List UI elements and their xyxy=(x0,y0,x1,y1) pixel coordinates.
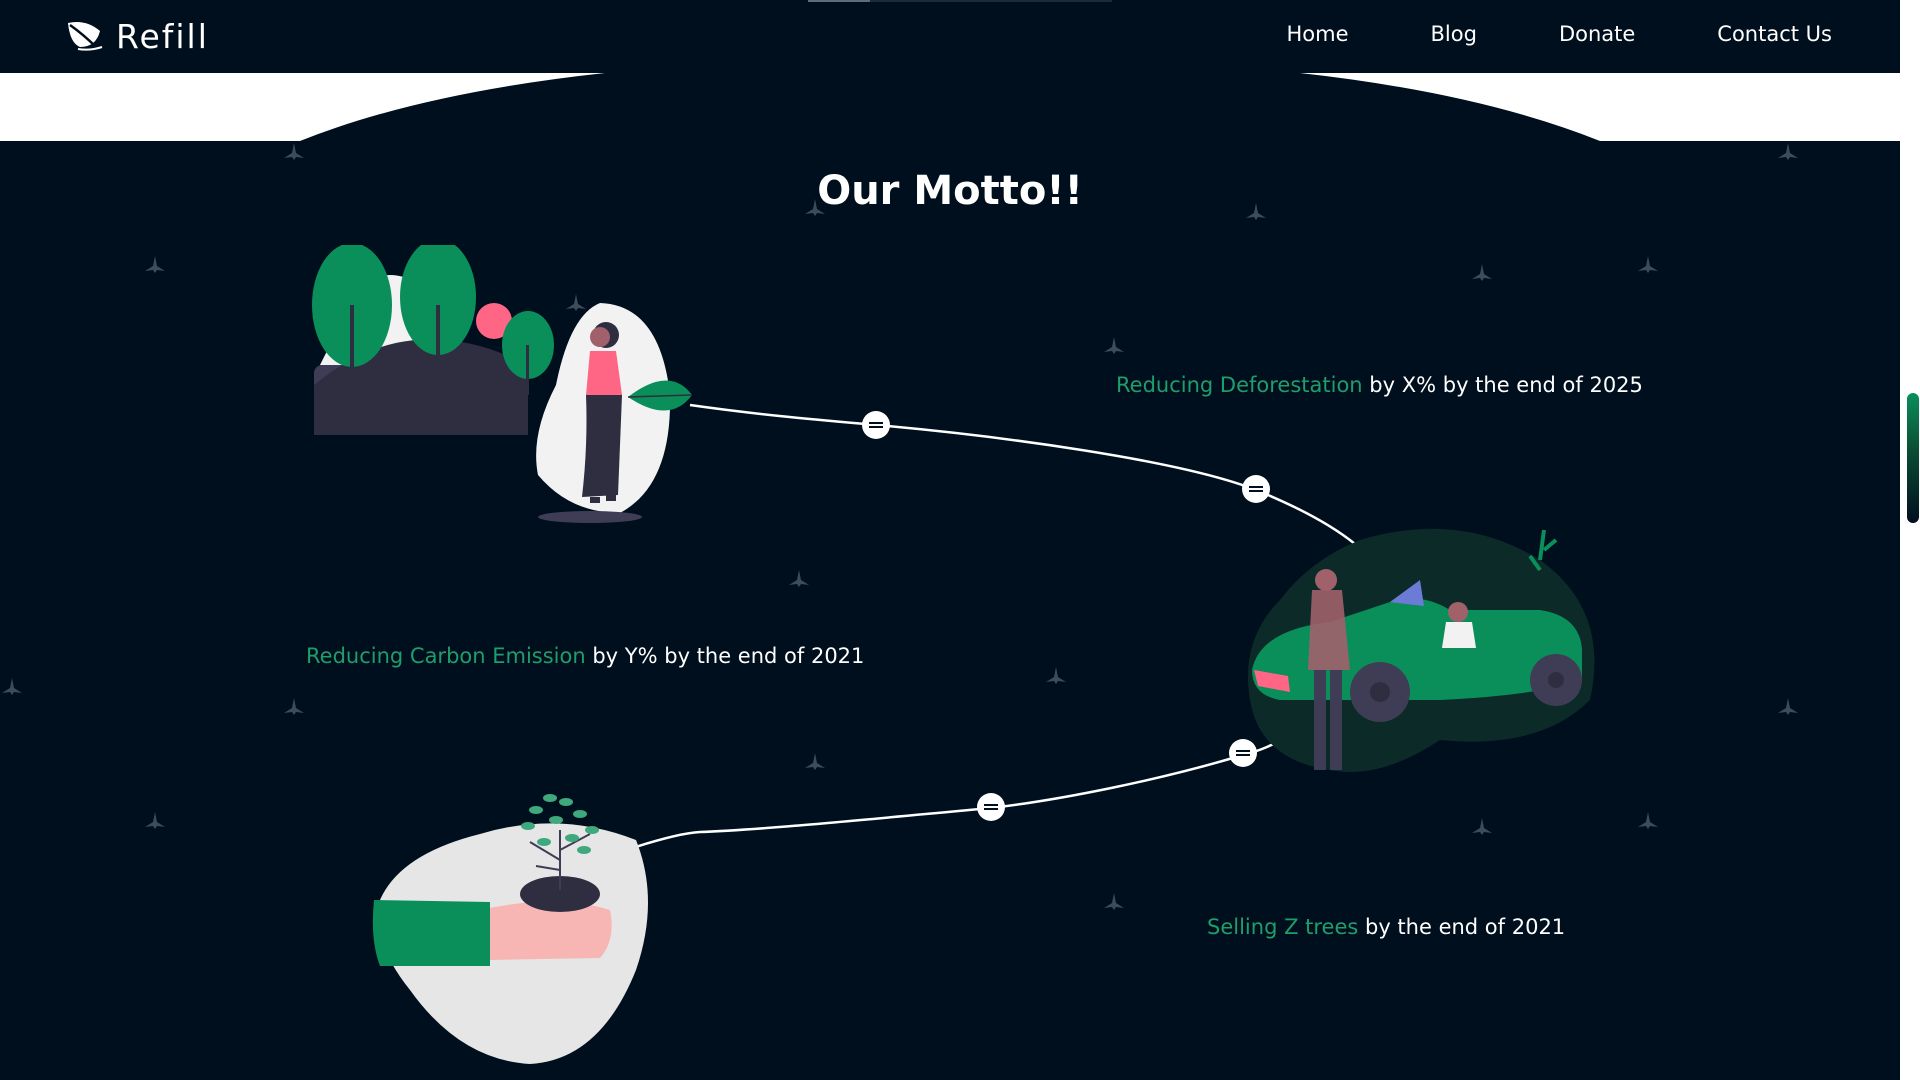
motto-deforestation: Reducing Deforestation by X% by the end … xyxy=(1116,373,1643,397)
scrollbar-thumb[interactable] xyxy=(1907,393,1919,523)
navbar: Refill Home Blog Donate Contact Us xyxy=(0,0,1900,73)
motto-highlight: Selling Z trees xyxy=(1207,915,1359,939)
brand-logo[interactable]: Refill xyxy=(66,14,209,58)
timeline-knot xyxy=(1242,475,1270,503)
nav-contact-us[interactable]: Contact Us xyxy=(1717,22,1832,46)
section-divider xyxy=(0,73,1900,141)
motto-text: by Y% by the end of 2021 xyxy=(585,644,865,668)
top-progress-indicator xyxy=(808,0,870,2)
motto-carbon-emission: Reducing Carbon Emission by Y% by the en… xyxy=(306,644,864,668)
motto-selling-trees: Selling Z trees by the end of 2021 xyxy=(1207,915,1565,939)
section-title: Our Motto!! xyxy=(817,168,1083,214)
convertible-car-illustration xyxy=(1248,528,1595,772)
motto-text: by the end of 2021 xyxy=(1358,915,1566,939)
timeline-knot xyxy=(862,411,890,439)
main-nav: Home Blog Donate Contact Us xyxy=(1287,22,1833,46)
timeline-knot xyxy=(977,793,1005,821)
scrollbar-track[interactable] xyxy=(1900,0,1920,1080)
nav-home[interactable]: Home xyxy=(1287,22,1349,46)
leaf-icon xyxy=(68,22,103,51)
motto-highlight: Reducing Carbon Emission xyxy=(306,644,586,668)
motto-text: by X% by the end of 2025 xyxy=(1362,373,1643,397)
nav-donate[interactable]: Donate xyxy=(1559,22,1635,46)
brand-name: Refill xyxy=(116,16,209,56)
woman-with-trees-illustration xyxy=(312,245,693,523)
page: Our Motto!! Reducing Deforestation by X%… xyxy=(0,0,1900,1080)
motto-highlight: Reducing Deforestation xyxy=(1116,373,1363,397)
nav-blog[interactable]: Blog xyxy=(1431,22,1477,46)
timeline-path xyxy=(619,403,1406,854)
hands-holding-plant-illustration xyxy=(372,794,648,1064)
